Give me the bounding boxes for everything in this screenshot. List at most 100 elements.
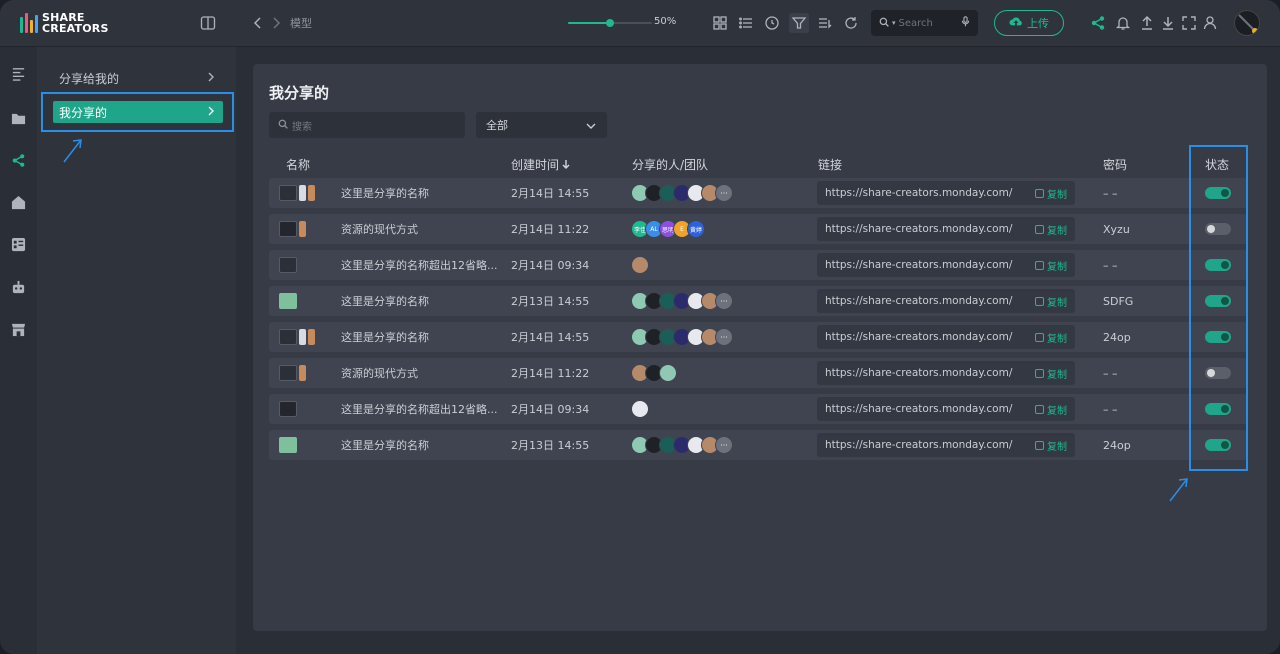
annotation-arrow-icon xyxy=(1169,478,1188,502)
copy-link-label: 复制 xyxy=(1047,189,1067,201)
row-password: – – xyxy=(1103,402,1118,416)
sort-icon[interactable] xyxy=(815,13,835,33)
fullscreen-icon[interactable] xyxy=(1179,13,1199,33)
copy-link-button[interactable]: 复制 xyxy=(1035,330,1067,345)
list-view-icon[interactable] xyxy=(736,13,756,33)
table-row[interactable]: 这里是分享的名称超出12省略... 2月14日 09:34 https://sha… xyxy=(269,394,1247,424)
menu-icon[interactable] xyxy=(9,64,28,83)
row-link: https://share-creators.monday.com/ 复制 xyxy=(817,397,1075,421)
copy-link-button[interactable]: 复制 xyxy=(1035,186,1067,201)
microphone-icon[interactable] xyxy=(961,16,970,30)
zoom-slider[interactable] xyxy=(568,19,652,27)
row-shared-with[interactable]: ··· xyxy=(631,286,733,316)
zoom-slider-fill xyxy=(568,22,610,24)
zoom-slider-handle[interactable] xyxy=(606,19,614,27)
row-name[interactable]: 这里是分享的名称超出12省略... xyxy=(341,394,498,424)
row-created: 2月13日 14:55 xyxy=(511,439,590,452)
row-shared-with[interactable]: ··· xyxy=(631,430,733,460)
home-icon[interactable] xyxy=(9,193,28,212)
team-avatar: 黄婷 xyxy=(687,220,705,238)
table-row[interactable]: 这里是分享的名称 2月13日 14:55 ··· https://share-cre… xyxy=(269,430,1247,460)
row-shared-with[interactable] xyxy=(631,394,649,424)
row-password: – – xyxy=(1103,186,1118,200)
table-row[interactable]: 这里是分享的名称 2月13日 14:55 ··· https://share-cre… xyxy=(269,286,1247,316)
row-shared-with[interactable] xyxy=(631,358,677,388)
thumbnail-folder-icon xyxy=(279,221,297,237)
contacts-icon[interactable] xyxy=(9,235,28,254)
filter-icon[interactable] xyxy=(789,13,809,33)
user-icon[interactable] xyxy=(1200,13,1220,33)
row-name[interactable]: 这里是分享的名称 xyxy=(341,430,429,460)
grid-view-icon[interactable] xyxy=(710,13,730,33)
row-link-url: https://share-creators.monday.com/ xyxy=(825,403,1013,415)
row-password: SDFG xyxy=(1103,294,1134,308)
copy-icon xyxy=(1035,224,1044,234)
robot-icon[interactable] xyxy=(9,278,28,297)
row-name[interactable]: 这里是分享的名称 xyxy=(341,322,429,352)
copy-link-button[interactable]: 复制 xyxy=(1035,402,1067,417)
table-row[interactable]: 这里是分享的名称超出12省略... 2月14日 09:34 https://sha… xyxy=(269,250,1247,280)
row-name[interactable]: 这里是分享的名称 xyxy=(341,286,429,316)
status-dot xyxy=(1252,28,1258,34)
copy-link-button[interactable]: 复制 xyxy=(1035,294,1067,309)
row-thumbnails xyxy=(279,322,315,352)
copy-link-button[interactable]: 复制 xyxy=(1035,366,1067,381)
row-created: 2月14日 09:34 xyxy=(511,259,590,272)
row-thumbnails xyxy=(279,178,315,208)
copy-link-button[interactable]: 复制 xyxy=(1035,438,1067,453)
table-row[interactable]: 这里是分享的名称 2月14日 14:55 ··· https://share-cre… xyxy=(269,322,1247,352)
row-shared-with[interactable]: ··· xyxy=(631,322,733,352)
breadcrumb[interactable]: 模型 xyxy=(290,15,312,31)
row-name[interactable]: 资源的现代方式 xyxy=(341,214,418,244)
row-password: 24op xyxy=(1103,438,1131,452)
thumbnail-image-icon xyxy=(279,293,297,309)
table-row[interactable]: 资源的现代方式 2月14日 11:22 https://share-creator… xyxy=(269,358,1247,388)
filter-select[interactable]: 全部 xyxy=(476,112,607,138)
download-icon[interactable] xyxy=(1158,13,1178,33)
column-header-created[interactable]: 创建时间 xyxy=(511,156,570,173)
row-name[interactable]: 这里是分享的名称超出12省略... xyxy=(341,250,498,280)
history-icon[interactable] xyxy=(762,13,782,33)
back-icon[interactable] xyxy=(248,13,268,33)
export-icon[interactable] xyxy=(1137,13,1157,33)
row-password: 24op xyxy=(1103,330,1131,344)
folder-image-icon[interactable] xyxy=(9,109,28,128)
sidebar-toggle-icon[interactable] xyxy=(198,13,218,33)
bell-icon[interactable] xyxy=(1113,13,1133,33)
upload-button[interactable]: 上传 xyxy=(994,10,1064,36)
search-icon xyxy=(278,119,288,132)
thumbnail-person-icon xyxy=(299,221,306,237)
row-link: https://share-creators.monday.com/ 复制 xyxy=(817,253,1075,277)
row-name[interactable]: 这里是分享的名称 xyxy=(341,178,429,208)
row-shared-with[interactable]: ··· xyxy=(631,178,733,208)
forward-icon[interactable] xyxy=(266,13,286,33)
row-link: https://share-creators.monday.com/ 复制 xyxy=(817,361,1075,385)
share-search-input[interactable]: 搜索 xyxy=(269,112,465,138)
row-thumbnails xyxy=(279,250,297,280)
thumbnail-image-icon xyxy=(279,437,297,453)
table-row[interactable]: 资源的现代方式 2月14日 11:22 李佳 AL 思明 E 黄婷 https://shar… xyxy=(269,214,1247,244)
row-name[interactable]: 资源的现代方式 xyxy=(341,358,418,388)
page-title: 我分享的 xyxy=(269,84,330,102)
nav-item-shared-with-me[interactable]: 分享给我的 xyxy=(53,67,223,89)
copy-link-button[interactable]: 复制 xyxy=(1035,222,1067,237)
share-icon[interactable] xyxy=(1088,13,1108,33)
refresh-icon[interactable] xyxy=(841,13,861,33)
nav-item-label: 分享给我的 xyxy=(59,71,120,86)
team-avatar-label: 黄婷 xyxy=(689,226,702,234)
row-shared-with[interactable] xyxy=(631,250,649,280)
github-icon xyxy=(631,400,649,418)
copy-link-label: 复制 xyxy=(1047,261,1067,273)
row-link-url: https://share-creators.monday.com/ xyxy=(825,259,1013,271)
avatar xyxy=(631,256,649,274)
top-search-input[interactable]: ▾ Search xyxy=(871,10,978,36)
search-scope-chevron-icon[interactable]: ▾ xyxy=(892,19,896,27)
profile-avatar[interactable] xyxy=(1234,10,1260,36)
share-nav-icon[interactable] xyxy=(9,151,28,170)
copy-link-button[interactable]: 复制 xyxy=(1035,258,1067,273)
table-row[interactable]: 这里是分享的名称 2月14日 14:55 ··· https://share-cre… xyxy=(269,178,1247,208)
store-icon[interactable] xyxy=(9,320,28,339)
column-header-link: 链接 xyxy=(818,158,843,172)
thumbnail-folder-icon xyxy=(279,401,297,417)
row-shared-with[interactable]: 李佳 AL 思明 E 黄婷 xyxy=(631,214,705,244)
